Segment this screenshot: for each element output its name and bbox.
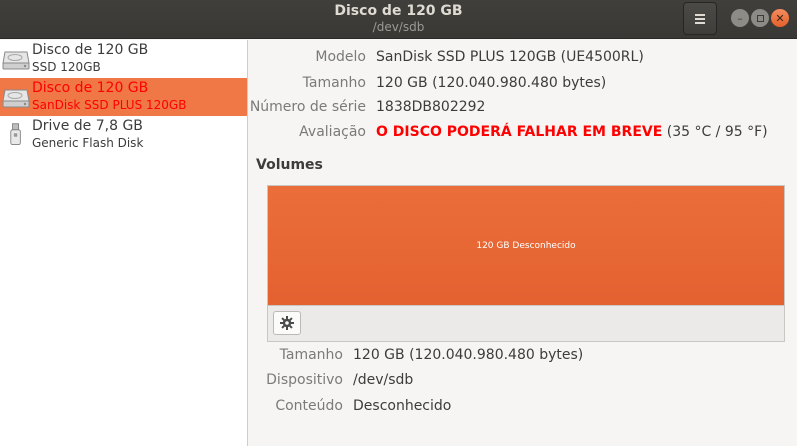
serial-label: Número de série [249,99,366,115]
volumes-heading: Volumes [256,157,323,173]
drive-name: Disco de 120 GB [32,80,149,96]
hamburger-icon [695,14,705,24]
close-button[interactable]: ✕ [771,9,789,27]
drive-name: Disco de 120 GB [32,42,149,58]
drive-details-panel: Modelo SanDisk SSD PLUS 120GB (UE4500RL)… [249,40,797,446]
menu-button[interactable] [683,2,717,35]
model-value: SanDisk SSD PLUS 120GB (UE4500RL) [376,49,644,65]
minimize-button[interactable]: – [731,9,749,27]
volume-size-label: Tamanho [279,347,343,363]
drive-description: SSD 120GB [32,60,101,74]
close-icon: ✕ [775,11,785,25]
maximize-button[interactable] [751,9,769,27]
drive-description: SanDisk SSD PLUS 120GB [32,98,187,112]
hard-disk-icon [2,89,30,108]
drive-name: Drive de 7,8 GB [32,118,143,134]
hard-disk-icon [2,51,30,70]
partition-options-button[interactable] [273,311,301,335]
partition-label: 120 GB Desconhecido [476,240,576,251]
volume-size-value: 120 GB (120.040.980.480 bytes) [353,347,584,363]
smart-warning: O DISCO PODERÁ FALHAR EM BREVE [376,124,663,140]
volume-toolbar [267,306,785,342]
rating-label: Avaliação [299,124,366,140]
volume-device-label: Dispositivo [266,372,343,388]
drive-list: Disco de 120 GB SSD 120GB Disco de 120 G… [0,40,248,446]
model-label: Modelo [315,49,366,65]
volume-content-value: Desconhecido [353,398,452,414]
usb-drive-icon [10,123,21,145]
drive-item-ssd-120gb[interactable]: Disco de 120 GB SSD 120GB [0,40,247,78]
maximize-icon [756,14,764,22]
drive-description: Generic Flash Disk [32,136,144,150]
drive-item-flash-disk[interactable]: Drive de 7,8 GB Generic Flash Disk [0,116,247,154]
title-bar: Disco de 120 GB /dev/sdb – ✕ [0,0,797,39]
volume-device-value: /dev/sdb [353,372,414,388]
serial-value: 1838DB802292 [376,99,486,115]
size-value: 120 GB (120.040.980.480 bytes) [376,75,607,91]
volume-content-label: Conteúdo [275,398,343,414]
volume-partition[interactable]: 120 GB Desconhecido [267,185,785,306]
temperature: (35 °C / 95 °F) [662,124,768,140]
window-title: Disco de 120 GB [334,3,463,19]
window-subtitle: /dev/sdb [372,20,425,34]
gear-icon [280,316,294,330]
minimize-icon: – [737,11,743,25]
rating-value: O DISCO PODERÁ FALHAR EM BREVE (35 °C / … [376,124,768,140]
size-label: Tamanho [302,75,366,91]
drive-item-sandisk-120gb[interactable]: Disco de 120 GB SanDisk SSD PLUS 120GB [0,78,247,116]
